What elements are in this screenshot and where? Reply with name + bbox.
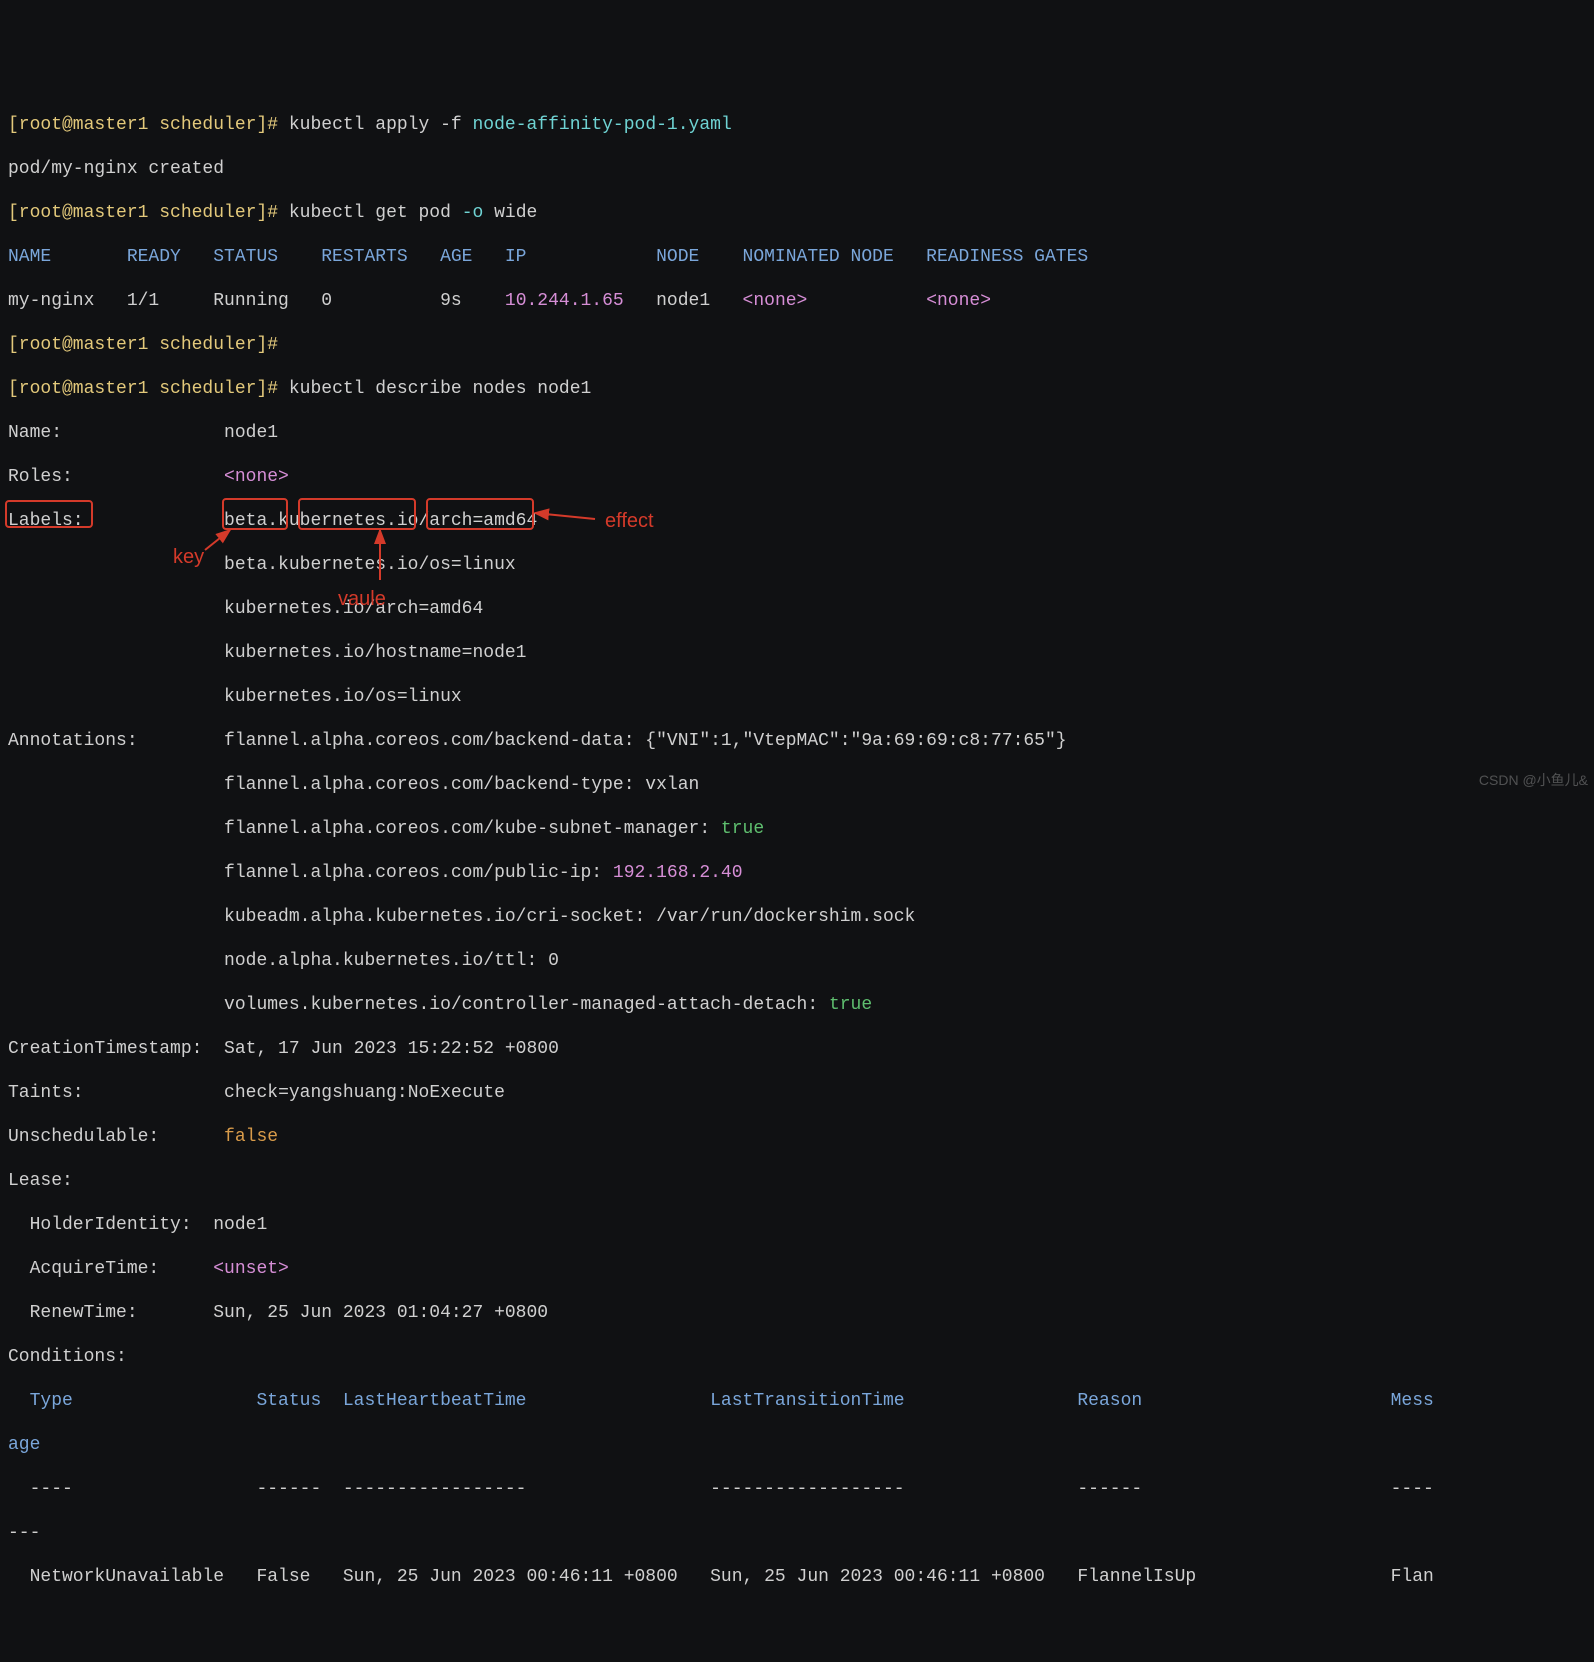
output-line: pod/my-nginx created bbox=[8, 158, 1586, 180]
table-header: NAME READY STATUS RESTARTS AGE IP NODE N… bbox=[8, 246, 1586, 268]
cmd-text: kubectl apply -f bbox=[289, 115, 473, 135]
unschedulable-value: false bbox=[224, 1127, 278, 1147]
prompt: [root@master1 scheduler]# bbox=[8, 379, 278, 399]
flag: -o bbox=[462, 203, 484, 223]
labels-line: Labels: beta.kubernetes.io/arch=amd64 bbox=[8, 510, 1586, 532]
prompt: [root@master1 scheduler]# bbox=[8, 335, 278, 355]
roles-label: Roles: bbox=[8, 467, 224, 487]
annotations-line: Annotations: flannel.alpha.coreos.com/ba… bbox=[8, 730, 1586, 752]
file-arg: node-affinity-pod-1.yaml bbox=[473, 115, 732, 135]
taint-key: check bbox=[224, 1083, 278, 1103]
taint-value: yangshuang bbox=[289, 1083, 397, 1103]
table-row: my-nginx 1/1 Running 0 9s bbox=[8, 291, 505, 311]
name-line: Name: node1 bbox=[8, 422, 1586, 444]
taints-label: Taints: bbox=[8, 1083, 224, 1103]
watermark: CSDN @小鱼儿& bbox=[1479, 769, 1588, 791]
terminal-output[interactable]: [root@master1 scheduler]# kubectl apply … bbox=[8, 92, 1586, 1610]
taint-effect: NoExecute bbox=[408, 1083, 505, 1103]
unschedulable-label: Unschedulable: bbox=[8, 1127, 224, 1147]
ip: 10.244.1.65 bbox=[505, 291, 624, 311]
arg: wide bbox=[483, 203, 537, 223]
cmd-text: kubectl get pod bbox=[289, 203, 462, 223]
cmd-text: kubectl describe nodes node1 bbox=[289, 379, 591, 399]
creation-timestamp: CreationTimestamp: Sat, 17 Jun 2023 15:2… bbox=[8, 1038, 1586, 1060]
roles-value: <none> bbox=[224, 467, 289, 487]
prompt: [root@master1 scheduler]# bbox=[8, 203, 278, 223]
prompt: [root@master1 scheduler]# bbox=[8, 115, 278, 135]
